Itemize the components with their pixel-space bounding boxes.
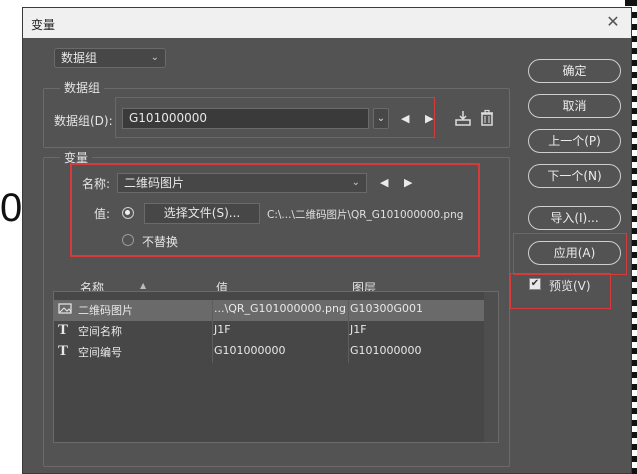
- mode-dropdown-value: 数据组: [61, 51, 98, 65]
- column-divider: [212, 300, 213, 363]
- mode-dropdown[interactable]: 数据组 ⌄: [54, 48, 166, 68]
- row-layer: G101000000: [350, 344, 422, 357]
- dataset-field-label: 数据组(D):: [54, 114, 113, 128]
- variables-table: 二维码图片 ...\QR_G101000000.png G10300G001 T…: [53, 291, 499, 443]
- table-row[interactable]: 二维码图片 ...\QR_G101000000.png G10300G001: [54, 300, 484, 321]
- highlight-dataset-box: [115, 97, 435, 138]
- text-variable-icon: T: [58, 343, 69, 359]
- text-variable-icon: T: [58, 322, 69, 338]
- highlight-preview-box: [510, 273, 611, 309]
- sort-ascending-icon: ▲: [140, 281, 147, 290]
- trash-icon[interactable]: [480, 109, 494, 131]
- row-name: 空间名称: [78, 325, 122, 338]
- row-value: G101000000: [214, 344, 286, 357]
- highlight-apply-box: [513, 233, 627, 275]
- row-value: ...\QR_G101000000.png: [214, 302, 346, 315]
- close-icon[interactable]: ✕: [605, 14, 621, 30]
- row-value: J1F: [214, 323, 231, 336]
- image-variable-icon: [58, 301, 72, 319]
- ok-button[interactable]: 确定: [528, 59, 621, 83]
- background-partial-text: 0: [0, 186, 23, 230]
- row-layer: J1F: [350, 323, 367, 336]
- export-icon[interactable]: [454, 109, 472, 131]
- cancel-button[interactable]: 取消: [528, 94, 621, 118]
- next-button[interactable]: 下一个(N): [528, 164, 621, 188]
- row-layer: G10300G001: [350, 302, 424, 315]
- table-row[interactable]: T 空间名称 J1F J1F: [54, 321, 484, 342]
- row-name: 空间编号: [78, 346, 122, 359]
- chevron-down-icon: ⌄: [150, 52, 159, 63]
- row-name: 二维码图片: [78, 304, 133, 317]
- highlight-variable-box: [70, 163, 480, 257]
- import-button[interactable]: 导入(I)...: [528, 206, 621, 230]
- title-bar: 变量 ✕: [23, 8, 631, 38]
- table-scrollbar[interactable]: [484, 292, 498, 442]
- column-divider: [348, 300, 349, 363]
- dataset-group-label: 数据组: [60, 79, 105, 96]
- previous-button[interactable]: 上一个(P): [528, 129, 621, 153]
- table-row[interactable]: T 空间编号 G101000000 G101000000: [54, 342, 484, 363]
- window-title: 变量: [31, 18, 56, 32]
